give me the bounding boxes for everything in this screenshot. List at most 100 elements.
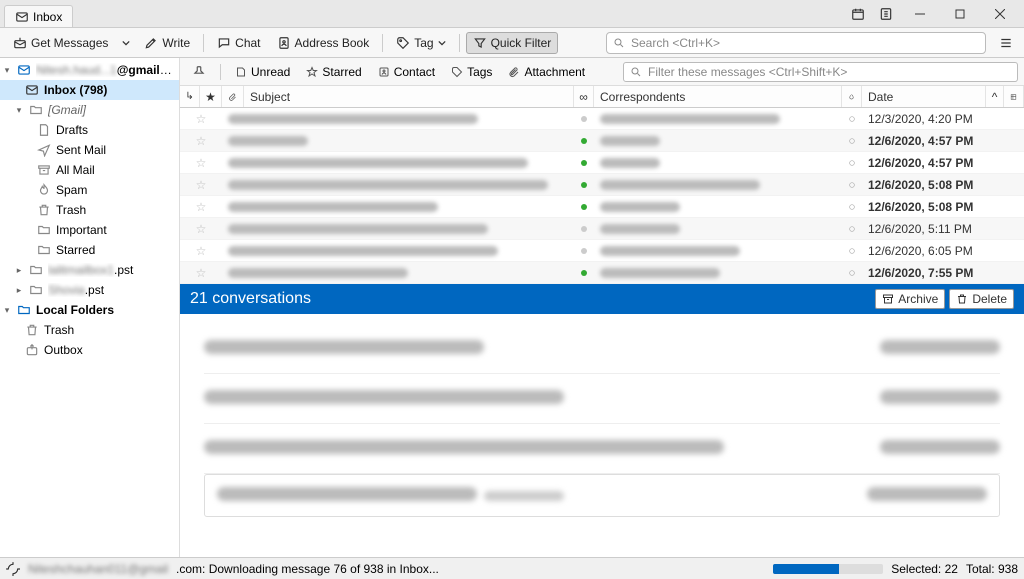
star-icon[interactable]: ☆	[180, 130, 222, 151]
folder-icon	[28, 283, 44, 297]
message-row[interactable]: ☆12/6/2020, 7:55 PM	[180, 262, 1024, 284]
quick-filter-button[interactable]: Quick Filter	[466, 32, 559, 54]
local-trash-node[interactable]: Trash	[0, 320, 179, 340]
star-icon[interactable]: ☆	[180, 108, 222, 129]
account-node[interactable]: ▾ Nitesh.haud...1@gmail.com	[0, 60, 179, 80]
preview-item[interactable]	[204, 474, 1000, 517]
message-row[interactable]: ☆12/6/2020, 4:57 PM	[180, 152, 1024, 174]
main-toolbar: Get Messages Write Chat Address Book Tag…	[0, 28, 1024, 58]
send-icon	[36, 143, 52, 157]
pst1-node[interactable]: ▸ lalitmailbox1.pst	[0, 260, 179, 280]
write-label: Write	[162, 36, 190, 50]
sync-icon	[6, 562, 20, 576]
star-icon[interactable]: ☆	[180, 262, 222, 283]
drafts-node[interactable]: Drafts	[0, 120, 179, 140]
message-row[interactable]: ☆12/6/2020, 5:11 PM	[180, 218, 1024, 240]
thread-column[interactable]: ↳	[180, 86, 200, 107]
read-column[interactable]	[842, 86, 862, 107]
all-mail-node[interactable]: All Mail	[0, 160, 179, 180]
row-correspondent	[594, 130, 842, 151]
local-trash-label: Trash	[44, 323, 175, 337]
chat-button[interactable]: Chat	[210, 32, 267, 54]
subject-column[interactable]: Subject	[244, 86, 574, 107]
sent-node[interactable]: Sent Mail	[0, 140, 179, 160]
trash-icon	[24, 323, 40, 337]
preview-item[interactable]	[204, 324, 1000, 374]
attachment-column[interactable]	[222, 86, 244, 107]
preview-item[interactable]	[204, 424, 1000, 474]
star-icon[interactable]: ☆	[180, 152, 222, 173]
junk-column[interactable]: ∞	[574, 86, 594, 107]
write-button[interactable]: Write	[137, 32, 197, 54]
progress-bar	[773, 564, 883, 574]
outbox-node[interactable]: Outbox	[0, 340, 179, 360]
read-icon	[842, 240, 862, 261]
sort-indicator[interactable]: ^	[986, 86, 1004, 107]
keep-filters-toggle[interactable]	[186, 62, 212, 82]
app-menu-button[interactable]	[994, 32, 1018, 54]
message-row[interactable]: ☆12/6/2020, 5:08 PM	[180, 196, 1024, 218]
window-tab[interactable]: Inbox	[4, 5, 73, 27]
row-correspondent	[594, 174, 842, 195]
message-list: ☆12/3/2020, 4:20 PM☆12/6/2020, 4:57 PM☆1…	[180, 108, 1024, 284]
row-date: 12/6/2020, 4:57 PM	[862, 130, 1024, 151]
trash-node[interactable]: Trash	[0, 200, 179, 220]
filter-unread-button[interactable]: Unread	[229, 62, 296, 82]
date-column[interactable]: Date	[862, 86, 986, 107]
tag-button[interactable]: Tag	[389, 32, 452, 54]
delete-button[interactable]: Delete	[949, 289, 1014, 309]
conversation-title: 21 conversations	[190, 290, 311, 308]
filter-search-input[interactable]: Filter these messages <Ctrl+Shift+K>	[623, 62, 1018, 82]
maximize-button[interactable]	[940, 0, 980, 28]
starred-node[interactable]: Starred	[0, 240, 179, 260]
local-folders-label: Local Folders	[36, 303, 175, 317]
delete-label: Delete	[972, 292, 1007, 306]
star-icon[interactable]: ☆	[180, 240, 222, 261]
get-messages-dropdown[interactable]	[117, 32, 135, 54]
filter-tags-button[interactable]: Tags	[445, 62, 498, 82]
read-icon	[842, 218, 862, 239]
correspondents-column[interactable]: Correspondents	[594, 86, 842, 107]
close-button[interactable]	[980, 0, 1020, 28]
row-subject	[222, 174, 574, 195]
message-row[interactable]: ☆12/6/2020, 6:05 PM	[180, 240, 1024, 262]
message-row[interactable]: ☆12/3/2020, 4:20 PM	[180, 108, 1024, 130]
tasks-icon[interactable]	[872, 2, 900, 26]
inbox-label: Inbox (798)	[44, 83, 175, 97]
read-icon	[842, 174, 862, 195]
filter-starred-button[interactable]: Starred	[300, 62, 367, 82]
row-subject	[222, 108, 574, 129]
row-status-dot	[574, 240, 594, 261]
spam-node[interactable]: Spam	[0, 180, 179, 200]
star-icon[interactable]: ☆	[180, 196, 222, 217]
get-messages-button[interactable]: Get Messages	[6, 32, 115, 54]
archive-button[interactable]: Archive	[875, 289, 945, 309]
global-search-input[interactable]: Search <Ctrl+K>	[606, 32, 986, 54]
filter-attachment-button[interactable]: Attachment	[502, 62, 591, 82]
star-column[interactable]: ★	[200, 86, 222, 107]
status-account: Niteshchauhan011@gmail	[28, 562, 168, 576]
preview-item[interactable]	[204, 374, 1000, 424]
minimize-button[interactable]	[900, 0, 940, 28]
star-icon[interactable]: ☆	[180, 218, 222, 239]
row-correspondent	[594, 152, 842, 173]
row-correspondent	[594, 196, 842, 217]
star-icon[interactable]: ☆	[180, 174, 222, 195]
message-row[interactable]: ☆ 12/6/2020, 4:57 PM	[180, 130, 1024, 152]
filter-contact-button[interactable]: Contact	[372, 62, 441, 82]
column-picker[interactable]	[1004, 86, 1024, 107]
row-subject	[222, 218, 574, 239]
pst2-node[interactable]: ▸ Shovia.pst	[0, 280, 179, 300]
folder-icon	[36, 243, 52, 257]
address-book-button[interactable]: Address Book	[270, 32, 377, 54]
inbox-node[interactable]: Inbox (798)	[0, 80, 179, 100]
local-folders-node[interactable]: ▾ Local Folders	[0, 300, 179, 320]
calendar-icon[interactable]	[844, 2, 872, 26]
all-mail-label: All Mail	[56, 163, 175, 177]
tab-title: Inbox	[33, 10, 62, 24]
inbox-icon	[24, 83, 40, 97]
chat-label: Chat	[235, 36, 260, 50]
important-node[interactable]: Important	[0, 220, 179, 240]
message-row[interactable]: ☆12/6/2020, 5:08 PM	[180, 174, 1024, 196]
gmail-node[interactable]: ▾ [Gmail]	[0, 100, 179, 120]
